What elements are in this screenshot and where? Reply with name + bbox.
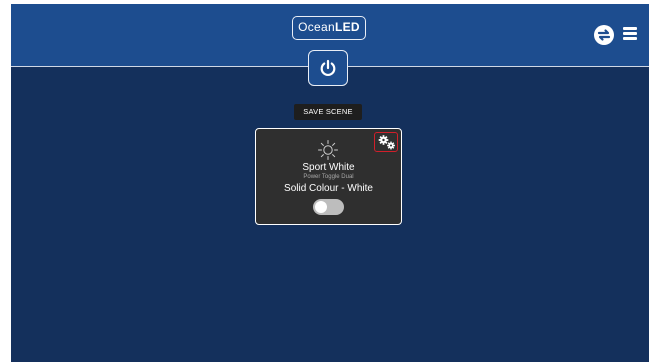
light-type: Power Toggle Dual bbox=[303, 174, 354, 180]
sun-icon bbox=[318, 140, 338, 160]
toggle-knob bbox=[315, 201, 327, 213]
logo-text-ocean: Ocean bbox=[298, 20, 335, 34]
oceanled-logo[interactable]: OceanLED bbox=[292, 16, 366, 40]
light-settings-button[interactable] bbox=[374, 132, 398, 152]
power-icon bbox=[320, 59, 336, 77]
gears-icon bbox=[378, 135, 395, 150]
sync-icon[interactable] bbox=[594, 25, 614, 45]
light-toggle-switch[interactable] bbox=[313, 199, 344, 215]
power-button[interactable] bbox=[308, 50, 348, 86]
app-window: OceanLED SAVE SCENE Sport White Power To… bbox=[11, 4, 649, 362]
save-scene-button[interactable]: SAVE SCENE bbox=[294, 104, 362, 120]
light-card[interactable]: Sport White Power Toggle Dual Solid Colo… bbox=[255, 128, 402, 225]
light-name: Sport White bbox=[302, 162, 355, 173]
hamburger-menu-icon[interactable] bbox=[623, 27, 637, 40]
logo-text-led: LED bbox=[334, 20, 360, 34]
light-mode: Solid Colour - White bbox=[284, 183, 373, 194]
